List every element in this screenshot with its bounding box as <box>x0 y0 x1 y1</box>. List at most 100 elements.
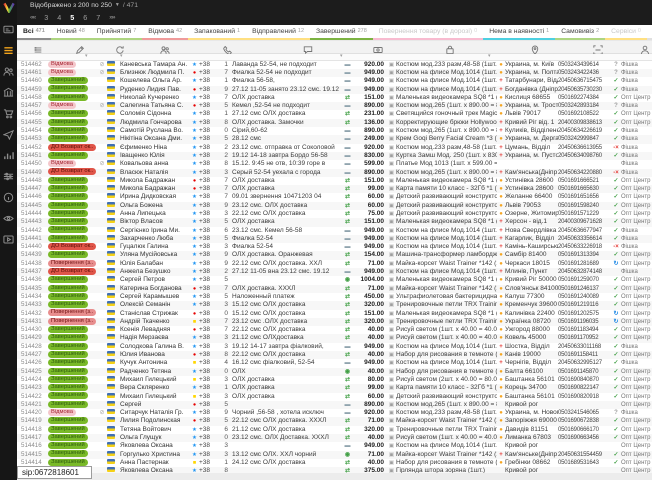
sidebar-item-campaigns[interactable] <box>0 124 17 145</box>
table-row[interactable]: 514420Відмова⊘Ситарчук Наталія Гр.★+389Ч… <box>17 409 652 417</box>
col-order-id[interactable] <box>33 42 43 52</box>
col-customer[interactable] <box>160 42 170 52</box>
tab-новий[interactable]: Новий48 <box>51 25 91 40</box>
tab-запакований[interactable]: Запакований1 <box>188 25 246 40</box>
table-row[interactable]: 514450Відмова⊘Ковальова анна★+38815.12. … <box>17 160 652 168</box>
table-row[interactable]: 514460ЗавершенийКошелева Ольга Ар.★+381Ф… <box>17 77 652 85</box>
first-page-button[interactable]: «« <box>30 14 35 21</box>
sidebar-item-contacts[interactable] <box>0 61 17 82</box>
table-row[interactable]: 514436ЗавершенийСергей Петров★+385◉1004.… <box>17 276 652 284</box>
table-row[interactable]: 514415ЗавершенийГоргулько Христина★+3831… <box>17 451 652 459</box>
table-row[interactable]: 514424ЗавершенийМихаил Гилецький■+383ОЛХ… <box>17 376 652 384</box>
table-row[interactable]: 514455ЗавершенийЛюдмила Гончарова★+388ОЛ… <box>17 119 652 127</box>
order-comment: Кемел ,52-54 не подходит <box>232 102 342 110</box>
col-status[interactable] <box>75 42 85 52</box>
table-row[interactable]: 514426ЗавершенийКучук Антонина■+38416.12… <box>17 359 652 367</box>
table-row[interactable]: 514417ЗавершенийОльга Глущук★+38023.12 с… <box>17 434 652 442</box>
table-row[interactable]: 514457Відмова⊘Салегина Татьяна С.●+385Ке… <box>17 102 652 110</box>
filter-caret-icon[interactable]: ▾ <box>85 53 88 59</box>
col-address[interactable] <box>530 42 540 52</box>
table-row[interactable]: 514459ЗавершенийРуденко Лидия Пав.●+3892… <box>17 86 652 94</box>
col-payment[interactable] <box>373 42 383 52</box>
sidebar-item-info[interactable] <box>0 187 17 208</box>
page-number-7[interactable]: 7 <box>96 13 100 22</box>
sidebar-item-statistics[interactable] <box>0 145 17 166</box>
table-row[interactable]: 514458ЗавершенийНиколай Кучеренко★+387ОЛ… <box>17 94 652 102</box>
table-row[interactable]: 514456ЗавершенийСоломія Сідонна★+38127.1… <box>17 110 652 118</box>
table-row[interactable]: 514433ЗавершенийОлексій Семанін★+38315.1… <box>17 301 652 309</box>
filter-caret-icon[interactable]: ▾ <box>488 53 491 59</box>
sidebar-item-organization[interactable] <box>0 82 17 103</box>
page-number-4[interactable]: 4 <box>57 13 61 22</box>
col-tracking[interactable] <box>593 42 603 52</box>
table-row[interactable]: 514439ЗавершенийУляна Мусійовська★+389ОЛ… <box>17 251 652 259</box>
table-row[interactable]: 514446ЗавершенийИрина Дидковская★+38709.… <box>17 193 652 201</box>
table-row[interactable]: 514445ЗавершенийОльга Божена★+38923.12 с… <box>17 202 652 210</box>
tab-всі[interactable]: Всі471 <box>17 25 51 40</box>
table-row[interactable]: 514462Відмова⊘Каневська Тамара Ан.★+381Л… <box>17 61 652 69</box>
sidebar-item-id-card[interactable] <box>0 19 17 40</box>
filter-caret-icon[interactable]: ▾ <box>120 53 123 59</box>
table-row[interactable]: 514437ДО Возврат ок..Анжела Безушко★+382… <box>17 268 652 276</box>
table-row[interactable]: 514419ЗавершенийЛилия Подолинская●+38522… <box>17 417 652 425</box>
table-row[interactable]: 514447ЗавершенийМикола Бадражан●+387ОЛХ … <box>17 185 652 193</box>
table-row[interactable]: 514430ЗавершенийКсенія Левадняя●+38722.1… <box>17 326 652 334</box>
sidebar-item-settings[interactable] <box>0 166 17 187</box>
col-source[interactable] <box>115 42 125 52</box>
tab-відмова[interactable]: Відмова42 <box>142 25 188 40</box>
table-row[interactable]: 514449ДО Возврат ок..Власюк Наталія★+383… <box>17 169 652 177</box>
filter-caret-icon[interactable]: ▾ <box>340 53 343 59</box>
table-row[interactable]: 514431Повернення (з..Андрій Ткаченко■+38… <box>17 318 652 326</box>
last-page-button[interactable]: »» <box>109 14 114 21</box>
col-phone[interactable] <box>223 42 233 52</box>
table-row[interactable]: 514418ЗавершенийТетяна Войтович★+38621.1… <box>17 426 652 434</box>
table-row[interactable]: 514451ЗавершенийІващенко Юлія★+38219.12 … <box>17 152 652 160</box>
tab-відправлений[interactable]: Відправлений12 <box>246 25 310 40</box>
table-row[interactable]: 514438Повернення (з..Юлія Балабан★+38922… <box>17 260 652 268</box>
country-flag-icon <box>107 227 120 235</box>
table-row[interactable]: 514421ЗавершенийСергей●+385▬890.00▣Костю… <box>17 401 652 409</box>
table-row[interactable]: 514448ЗавершенийМикола Бадражан●+387ОЛХ … <box>17 177 652 185</box>
operator-icon: ■ <box>190 393 199 401</box>
tab-повернення-товару-в-дорозі-[interactable]: Повернення товару (в дорозі)0 <box>373 25 483 40</box>
table-row[interactable]: 514435ЗавершенийКатерина Богданова●+387О… <box>17 285 652 293</box>
table-row[interactable]: 514423ЗавершенийВера Скляренко★+381ОЛХ д… <box>17 384 652 392</box>
table-row[interactable]: 514452ДО Возврат ок..Єфименко Ніна★+3822… <box>17 144 652 152</box>
page-number-5[interactable]: 5 <box>70 13 74 22</box>
table-row[interactable]: 514461Відмова⊘Близнюк Людмила П.●+387Фиа… <box>17 69 652 77</box>
table-row[interactable]: 514453ЗавершенийНікітіна Оксана Дми.★+38… <box>17 135 652 143</box>
table-row[interactable]: 514440ДО Возврат ок..Гуцалюк Галина★+383… <box>17 243 652 251</box>
operator-icon: ● <box>190 326 199 334</box>
sidebar-item-watch[interactable] <box>0 208 17 229</box>
table-row[interactable]: 514443ЗавершенийВіктор Власов★+385ОЛХ до… <box>17 218 652 226</box>
table-row[interactable]: 514428ЗавершенийСолодкова Галина В.★+383… <box>17 343 652 351</box>
sidebar-item-video-help[interactable] <box>0 229 17 250</box>
page-number-3[interactable]: 3 <box>44 13 48 22</box>
table-row[interactable]: 514432Повернення (з..Станіслав Стрижак●+… <box>17 310 652 318</box>
table-row[interactable]: 514454ЗавершенийСамотій Руслана Во.★+380… <box>17 127 652 135</box>
tab-самовивіз[interactable]: Самовивіз2 <box>555 25 605 40</box>
table-row[interactable]: 514427ЗавершенийЮлия Иванова●+38822.12 с… <box>17 351 652 359</box>
col-comment[interactable] <box>303 42 313 52</box>
tab-завершений[interactable]: Завершений278 <box>310 25 373 40</box>
table-row[interactable]: 514425ЗавершенийРадченко Тетяна★+380ОЛХ◉… <box>17 368 652 376</box>
display-range-dropdown[interactable]: Відображено з 200 по 250 ▼ <box>30 2 120 9</box>
tab-сервіси[interactable]: Сервіси0 <box>605 25 647 40</box>
table-row[interactable]: 514416ЗавершенийЯковлева Оксана★+383▬949… <box>17 442 652 450</box>
tab-нема-в-наявності[interactable]: Нема в наявності1 <box>483 25 555 40</box>
tab-в-дорозі-додому[interactable]: В дорозі додому0 <box>647 25 652 40</box>
sidebar-item-orders-menu[interactable] <box>0 40 17 61</box>
table-row[interactable]: 514422ЗавершенийМихаил Гилецький■+383ОЛХ… <box>17 393 652 401</box>
col-products[interactable] <box>445 42 455 52</box>
order-status: Завершений <box>48 293 97 302</box>
table-row[interactable]: 514441ЗавершенийЗахарченко Люба★+385Фиал… <box>17 235 652 243</box>
col-client[interactable] <box>640 42 650 52</box>
table-row[interactable]: 514434ЗавершенийСергей Карамышев★+385Нал… <box>17 293 652 301</box>
table-row[interactable]: 514429ЗавершенийНадія Мерзаєва★+38321.12… <box>17 334 652 342</box>
sidebar-item-shop-cart[interactable] <box>0 103 17 124</box>
table-row[interactable]: 514442ЗавершенийСергієнко Ірина Ми.★+386… <box>17 227 652 235</box>
page-number-6[interactable]: 6 <box>83 13 87 22</box>
tab-прийнятий[interactable]: Прийнятий7 <box>91 25 142 40</box>
table-row[interactable]: 514444ЗавершенийАнна Липецька★+38322.12 … <box>17 210 652 218</box>
table-row[interactable]: 514414ЗавершенийАнна Пастернак■+38124.12… <box>17 459 652 467</box>
